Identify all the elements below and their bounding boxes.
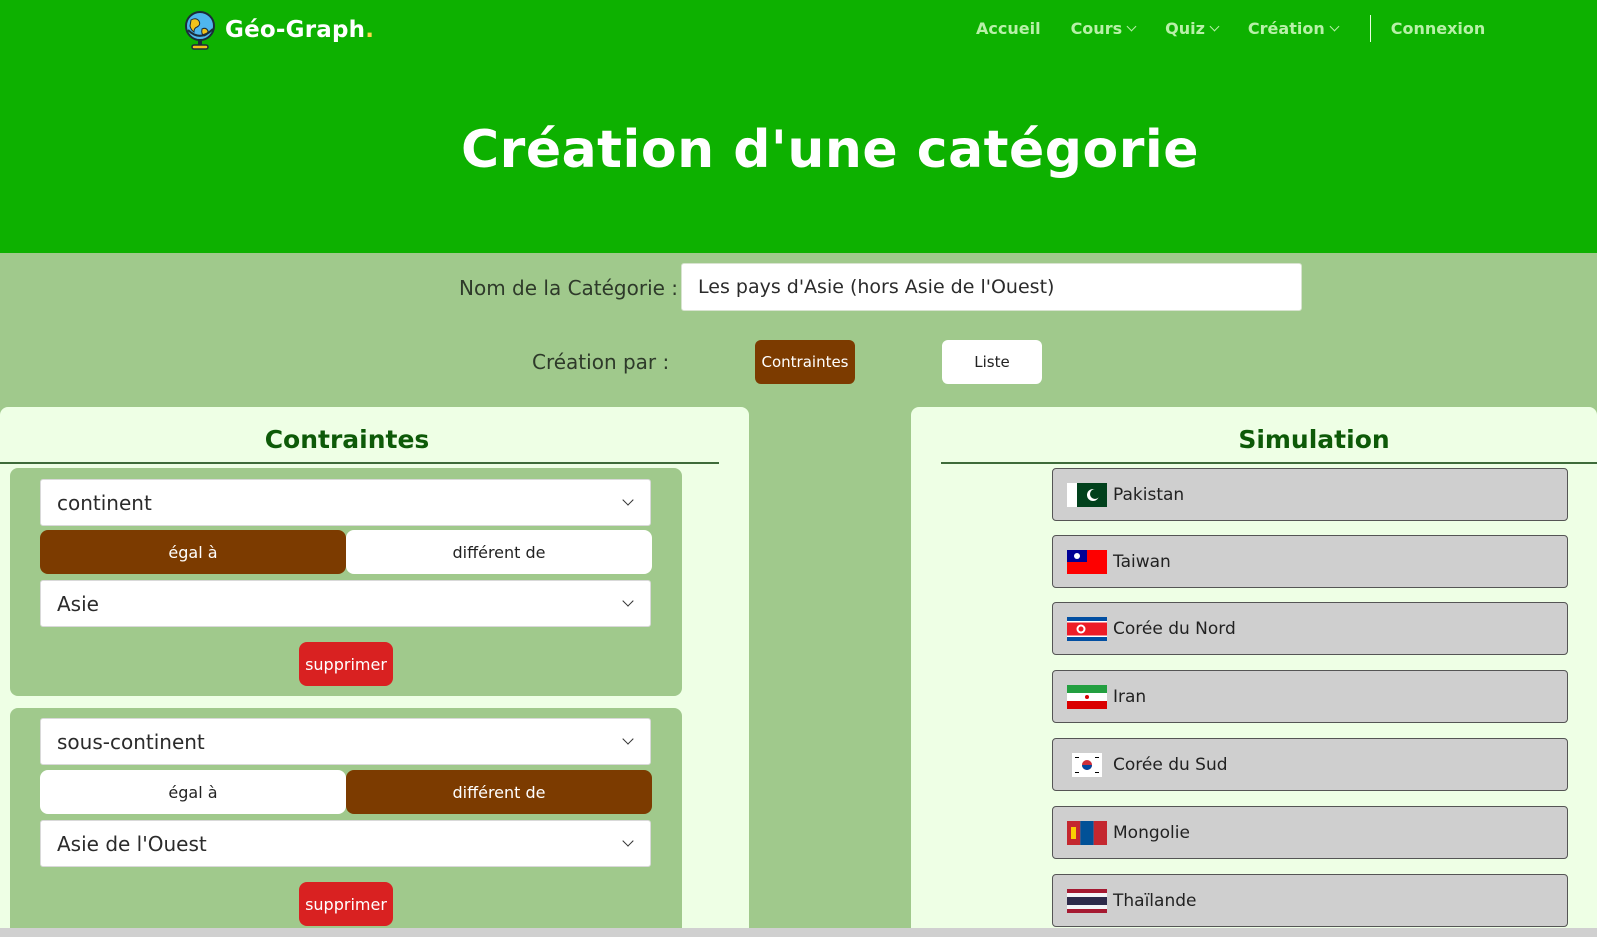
nav-divider — [1369, 15, 1371, 42]
category-name-input[interactable] — [681, 263, 1302, 311]
chevron-down-icon — [1126, 21, 1137, 32]
constraint-card: continent égal à différent de Asie suppr… — [10, 468, 682, 696]
country-item[interactable]: Corée du Nord — [1052, 602, 1568, 655]
brand-dot: . — [365, 17, 374, 43]
equal-toggle[interactable]: égal à — [40, 530, 346, 574]
country-item[interactable]: Iran — [1052, 670, 1568, 723]
not-equal-toggle[interactable]: différent de — [346, 770, 652, 814]
north-korea-flag-icon — [1067, 616, 1107, 641]
country-item[interactable]: Corée du Sud — [1052, 738, 1568, 791]
nav-quiz-label: Quiz — [1165, 19, 1205, 38]
horizontal-scrollbar[interactable] — [0, 928, 1597, 937]
mongolia-flag-icon — [1067, 820, 1107, 845]
pakistan-flag-icon — [1067, 482, 1107, 507]
value-select[interactable]: Asie — [40, 580, 651, 627]
taiwan-flag-icon — [1067, 549, 1107, 574]
field-select[interactable]: continent — [40, 479, 651, 526]
field-select-value: continent — [57, 490, 152, 515]
chevron-down-icon — [622, 494, 634, 506]
globe-icon — [183, 10, 217, 50]
nav-menu: Accueil Cours Quiz Création Connexion — [976, 0, 1515, 57]
country-name: Mongolie — [1113, 822, 1190, 843]
value-select-value: Asie de l'Ouest — [57, 831, 207, 856]
country-item[interactable]: Taiwan — [1052, 535, 1568, 588]
creation-mode-label: Création par : — [532, 350, 670, 374]
not-equal-toggle[interactable]: différent de — [346, 530, 652, 574]
delete-constraint-button[interactable]: supprimer — [299, 642, 393, 686]
value-select[interactable]: Asie de l'Ouest — [40, 820, 651, 867]
constraints-divider — [0, 462, 719, 464]
value-select-value: Asie — [57, 591, 99, 616]
chevron-down-icon — [622, 733, 634, 745]
chevron-down-icon — [622, 595, 634, 607]
simulation-panel: Simulation Pakistan Taiwan Corée du Nord… — [911, 407, 1597, 937]
country-name: Thaïlande — [1113, 890, 1197, 911]
category-name-label: Nom de la Catégorie : — [459, 276, 679, 300]
navbar: Géo-Graph. Accueil Cours Quiz Création C… — [0, 0, 1597, 63]
nav-accueil[interactable]: Accueil — [976, 19, 1041, 38]
country-name: Pakistan — [1113, 484, 1185, 505]
constraints-panel: Contraintes continent égal à différent d… — [0, 407, 749, 937]
page-title: Création d'une catégorie — [461, 120, 1199, 180]
brand-name: Géo-Graph — [225, 17, 366, 43]
country-name: Corée du Sud — [1113, 754, 1228, 775]
login-link[interactable]: Connexion — [1391, 19, 1486, 38]
field-select-value: sous-continent — [57, 729, 205, 754]
nav-cours[interactable]: Cours — [1070, 19, 1137, 38]
country-name: Taiwan — [1113, 551, 1171, 572]
chevron-down-icon — [1209, 21, 1220, 32]
country-name: Corée du Nord — [1113, 618, 1236, 639]
login-label: Connexion — [1390, 19, 1486, 38]
constraints-title: Contraintes — [264, 425, 430, 454]
south-korea-flag-icon — [1067, 752, 1107, 777]
country-item[interactable]: Thaïlande — [1052, 874, 1568, 927]
equal-toggle[interactable]: égal à — [40, 770, 346, 814]
brand-logo[interactable]: Géo-Graph. — [183, 8, 374, 52]
nav-quiz[interactable]: Quiz — [1165, 19, 1220, 38]
nav-creation-label: Création — [1247, 19, 1325, 38]
chevron-down-icon — [622, 835, 634, 847]
simulation-divider — [941, 462, 1597, 464]
simulation-title: Simulation — [1238, 425, 1390, 454]
nav-cours-label: Cours — [1070, 19, 1123, 38]
iran-flag-icon — [1067, 684, 1107, 709]
nav-accueil-label: Accueil — [976, 19, 1041, 38]
mode-list-button[interactable]: Liste — [942, 340, 1042, 384]
delete-constraint-button[interactable]: supprimer — [299, 882, 393, 926]
mode-constraints-button[interactable]: Contraintes — [755, 340, 855, 384]
country-item[interactable]: Pakistan — [1052, 468, 1568, 521]
country-name: Iran — [1113, 686, 1147, 707]
country-item[interactable]: Mongolie — [1052, 806, 1568, 859]
thailand-flag-icon — [1067, 888, 1107, 913]
field-select[interactable]: sous-continent — [40, 718, 651, 765]
constraint-card: sous-continent égal à différent de Asie … — [10, 708, 682, 937]
chevron-down-icon — [1329, 21, 1340, 32]
nav-creation[interactable]: Création — [1247, 19, 1340, 38]
